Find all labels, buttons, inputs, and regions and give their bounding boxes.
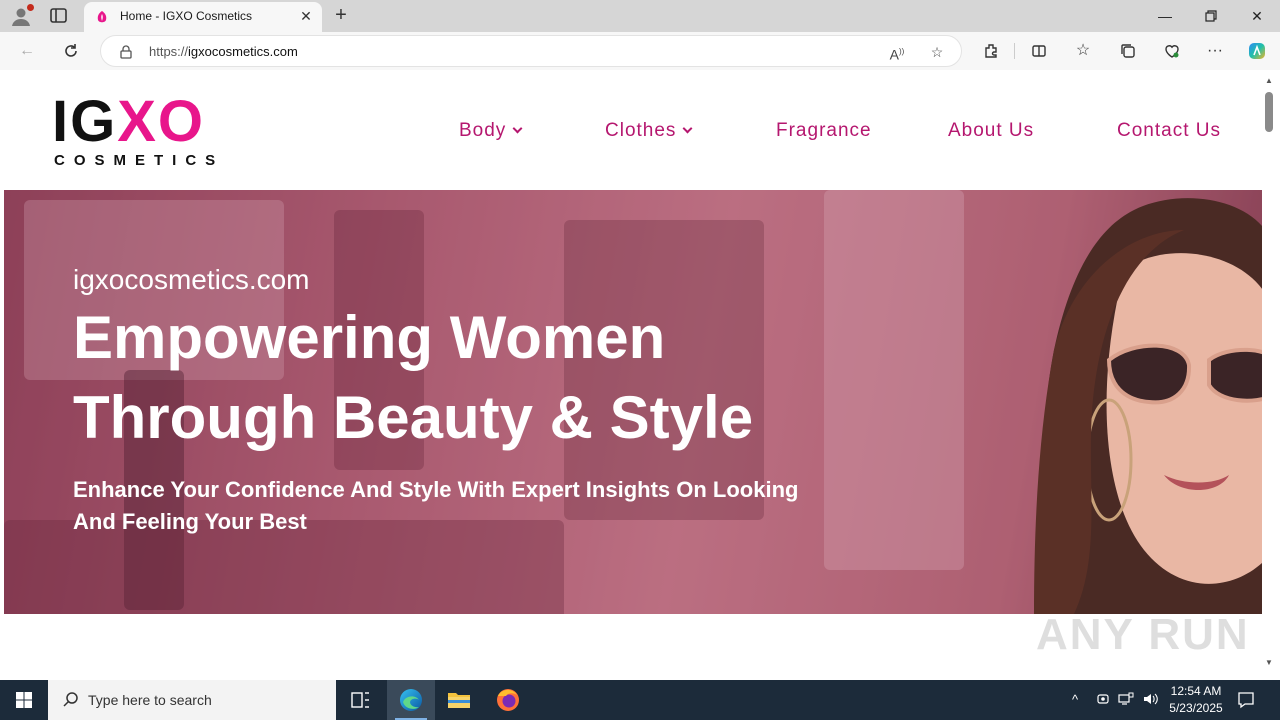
favorites-icon[interactable]: ☆ (1070, 39, 1096, 63)
nav-item-clothes[interactable]: Clothes (605, 120, 693, 142)
edge-taskbar-icon[interactable] (387, 680, 435, 720)
taskbar-search[interactable]: Type here to search (48, 680, 336, 720)
site-favicon-icon (94, 9, 110, 25)
lock-icon[interactable] (119, 45, 133, 59)
favorite-star-icon[interactable]: ☆ (927, 42, 947, 62)
minimize-icon[interactable]: — (1142, 0, 1188, 32)
task-view-icon[interactable] (336, 680, 384, 720)
hero-domain-text: igxocosmetics.com (73, 264, 310, 295)
nav-item-body[interactable]: Body (459, 120, 523, 142)
hero-title: Empowering Women Through Beauty & Style (73, 304, 754, 451)
notification-icon[interactable] (1236, 690, 1256, 710)
site-logo[interactable]: IGXO COSMETICS (52, 93, 242, 170)
new-tab-icon[interactable]: + (330, 5, 352, 27)
tab-actions-icon[interactable] (48, 6, 70, 26)
hero-banner: igxocosmetics.com Empowering Women Throug… (4, 190, 1262, 614)
browser-essentials-icon[interactable] (1159, 39, 1185, 63)
copilot-icon[interactable] (1244, 39, 1270, 63)
collections-icon[interactable] (1115, 39, 1141, 63)
site-header: IGXO COSMETICS Body Clothes Fragrance Ab… (4, 70, 1262, 190)
start-button[interactable] (0, 680, 48, 720)
scroll-thumb[interactable] (1265, 92, 1273, 132)
tab-close-icon[interactable]: ✕ (298, 8, 314, 24)
extensions-icon[interactable] (978, 39, 1004, 63)
restore-icon[interactable] (1188, 0, 1234, 32)
read-aloud-icon[interactable]: A)) (887, 42, 907, 63)
more-options-icon[interactable]: ··· (1202, 39, 1228, 63)
back-icon[interactable]: ← (14, 39, 40, 63)
nav-item-fragrance[interactable]: Fragrance (776, 120, 872, 142)
file-explorer-icon[interactable] (435, 680, 483, 720)
network-icon[interactable] (1118, 692, 1134, 709)
scroll-down-icon[interactable]: ▼ (1264, 658, 1274, 668)
tray-chevron-up-icon[interactable]: ^ (1072, 692, 1078, 707)
nav-item-about-us[interactable]: About Us (948, 120, 1034, 142)
hero-model-image (1034, 198, 1262, 614)
page-scrollbar[interactable]: ▲ ▼ (1262, 70, 1276, 680)
search-icon (62, 691, 80, 709)
search-placeholder: Type here to search (88, 692, 212, 708)
close-window-icon[interactable]: ✕ (1234, 0, 1280, 32)
hero-subtitle: Enhance Your Confidence And Style With E… (73, 477, 799, 534)
refresh-icon[interactable] (58, 39, 84, 63)
meet-now-icon[interactable] (1096, 692, 1110, 709)
taskbar-clock[interactable]: 12:54 AM 5/23/2025 (1168, 683, 1224, 717)
browser-toolbar: ← https://igxocosmetics.com A)) ☆ ☆ ··· (0, 32, 1280, 70)
page-viewport: IGXO COSMETICS Body Clothes Fragrance Ab… (4, 70, 1262, 680)
profile-icon[interactable] (10, 4, 34, 27)
browser-tab-active[interactable]: Home - IGXO Cosmetics ✕ (84, 2, 322, 32)
nav-item-contact-us[interactable]: Contact Us (1117, 120, 1221, 142)
tab-title: Home - IGXO Cosmetics (120, 9, 253, 23)
scroll-up-icon[interactable]: ▲ (1264, 76, 1274, 86)
url-text[interactable]: https://igxocosmetics.com (149, 44, 298, 59)
browser-tab-bar: Home - IGXO Cosmetics ✕ + — ✕ (0, 0, 1280, 32)
anyrun-watermark: ANY RUN (1036, 610, 1250, 659)
firefox-icon[interactable] (484, 680, 532, 720)
chevron-down-icon (512, 123, 523, 134)
windows-logo-icon (16, 692, 32, 708)
volume-icon[interactable] (1142, 692, 1158, 709)
address-bar[interactable]: https://igxocosmetics.com A)) ☆ (100, 35, 962, 67)
split-screen-icon[interactable] (1026, 39, 1052, 63)
chevron-down-icon (682, 123, 693, 134)
windows-taskbar: Type here to search ^ 12:54 AM 5/23/2025 (0, 680, 1280, 720)
